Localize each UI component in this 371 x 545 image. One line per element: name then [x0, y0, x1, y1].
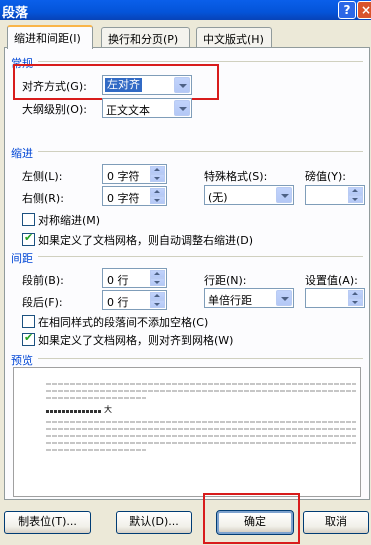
space-before-spinner[interactable]: 0 行 — [102, 268, 167, 288]
space-after-label: 段后(F): — [22, 296, 63, 309]
right-indent-spinner[interactable]: 0 字符 — [102, 186, 167, 206]
at-value-spinner[interactable] — [305, 288, 365, 308]
mirror-indents-checkbox[interactable] — [22, 213, 35, 226]
spinner-arrows-icon[interactable] — [150, 166, 165, 182]
preview-following-line — [46, 421, 356, 423]
tab-asian-typography[interactable]: 中文版式(H) — [196, 27, 272, 47]
preview-previous-line — [46, 383, 356, 385]
space-before-label: 段前(B): — [22, 274, 64, 287]
line-spacing-label: 行距(N): — [204, 274, 247, 287]
no-space-same-style-label[interactable]: 在相同样式的段落间不添加空格(C) — [38, 314, 208, 330]
space-before-value: 0 行 — [107, 274, 129, 287]
auto-adjust-indent-label[interactable]: 如果定义了文档网格，则自动调整右缩进(D) — [38, 232, 253, 248]
preview-following-line — [46, 442, 356, 444]
left-indent-label: 左侧(L): — [22, 170, 63, 183]
special-format-value: (无) — [208, 191, 228, 204]
cancel-button[interactable]: 取消 — [303, 511, 369, 534]
auto-adjust-indent-checkbox[interactable] — [22, 231, 35, 246]
preview-divider — [38, 358, 363, 359]
help-button[interactable]: ? — [338, 1, 356, 19]
preview-following-line — [46, 435, 356, 437]
ok-highlight-box — [203, 493, 300, 544]
spinner-arrows-icon[interactable] — [348, 187, 363, 203]
at-value-label: 设置值(A): — [305, 274, 358, 287]
tab-line-page-breaks[interactable]: 换行和分页(P) — [101, 27, 190, 47]
title-bar — [0, 0, 371, 20]
space-after-spinner[interactable]: 0 行 — [102, 290, 167, 310]
snap-to-grid-checkbox[interactable] — [22, 331, 35, 346]
left-indent-spinner[interactable]: 0 字符 — [102, 164, 167, 184]
special-format-label: 特殊格式(S): — [204, 170, 268, 183]
preview-following-line — [46, 449, 146, 451]
preview-pane: 大 — [13, 367, 361, 497]
general-divider — [38, 61, 363, 62]
outline-level-value: 正文文本 — [106, 104, 150, 117]
preview-previous-line — [46, 397, 146, 399]
set-default-button[interactable]: 默认(D)... — [116, 511, 192, 534]
tabs-button[interactable]: 制表位(T)... — [4, 511, 91, 534]
spinner-arrows-icon[interactable] — [150, 270, 165, 286]
preview-current-line — [46, 410, 101, 413]
preview-section-title: 预览 — [11, 354, 33, 367]
outline-level-select[interactable]: 正文文本 — [102, 98, 192, 118]
spinner-arrows-icon[interactable] — [150, 188, 165, 204]
close-button[interactable]: × — [357, 1, 371, 19]
alignment-highlight-box — [13, 64, 219, 100]
indent-divider — [38, 151, 363, 152]
space-after-value: 0 行 — [107, 296, 129, 309]
chevron-down-icon[interactable] — [276, 290, 292, 306]
chevron-down-icon[interactable] — [276, 187, 292, 203]
line-spacing-value: 单倍行距 — [208, 294, 252, 307]
by-value-label: 磅值(Y): — [305, 170, 347, 183]
outline-level-label: 大纲级别(O): — [22, 103, 87, 116]
spinner-arrows-icon[interactable] — [348, 290, 363, 306]
line-spacing-select[interactable]: 单倍行距 — [204, 288, 294, 308]
right-indent-label: 右侧(R): — [22, 192, 64, 205]
snap-to-grid-label[interactable]: 如果定义了文档网格，则对齐到网格(W) — [38, 332, 233, 348]
preview-current-char: 大 — [104, 405, 112, 414]
no-space-same-style-checkbox[interactable] — [22, 315, 35, 328]
left-indent-value: 0 字符 — [107, 170, 140, 183]
spacing-section-title: 间距 — [11, 252, 33, 265]
by-value-spinner[interactable] — [305, 185, 365, 205]
right-indent-value: 0 字符 — [107, 192, 140, 205]
chevron-down-icon[interactable] — [174, 100, 190, 116]
tab-indents-spacing[interactable]: 缩进和间距(I) — [7, 25, 93, 49]
spinner-arrows-icon[interactable] — [150, 292, 165, 308]
preview-previous-line — [46, 390, 356, 392]
special-format-select[interactable]: (无) — [204, 185, 294, 205]
window-title: 段落 — [2, 6, 29, 21]
mirror-indents-label[interactable]: 对称缩进(M) — [38, 212, 100, 228]
indent-section-title: 缩进 — [11, 147, 33, 160]
spacing-divider — [38, 256, 363, 257]
preview-following-line — [46, 428, 356, 430]
